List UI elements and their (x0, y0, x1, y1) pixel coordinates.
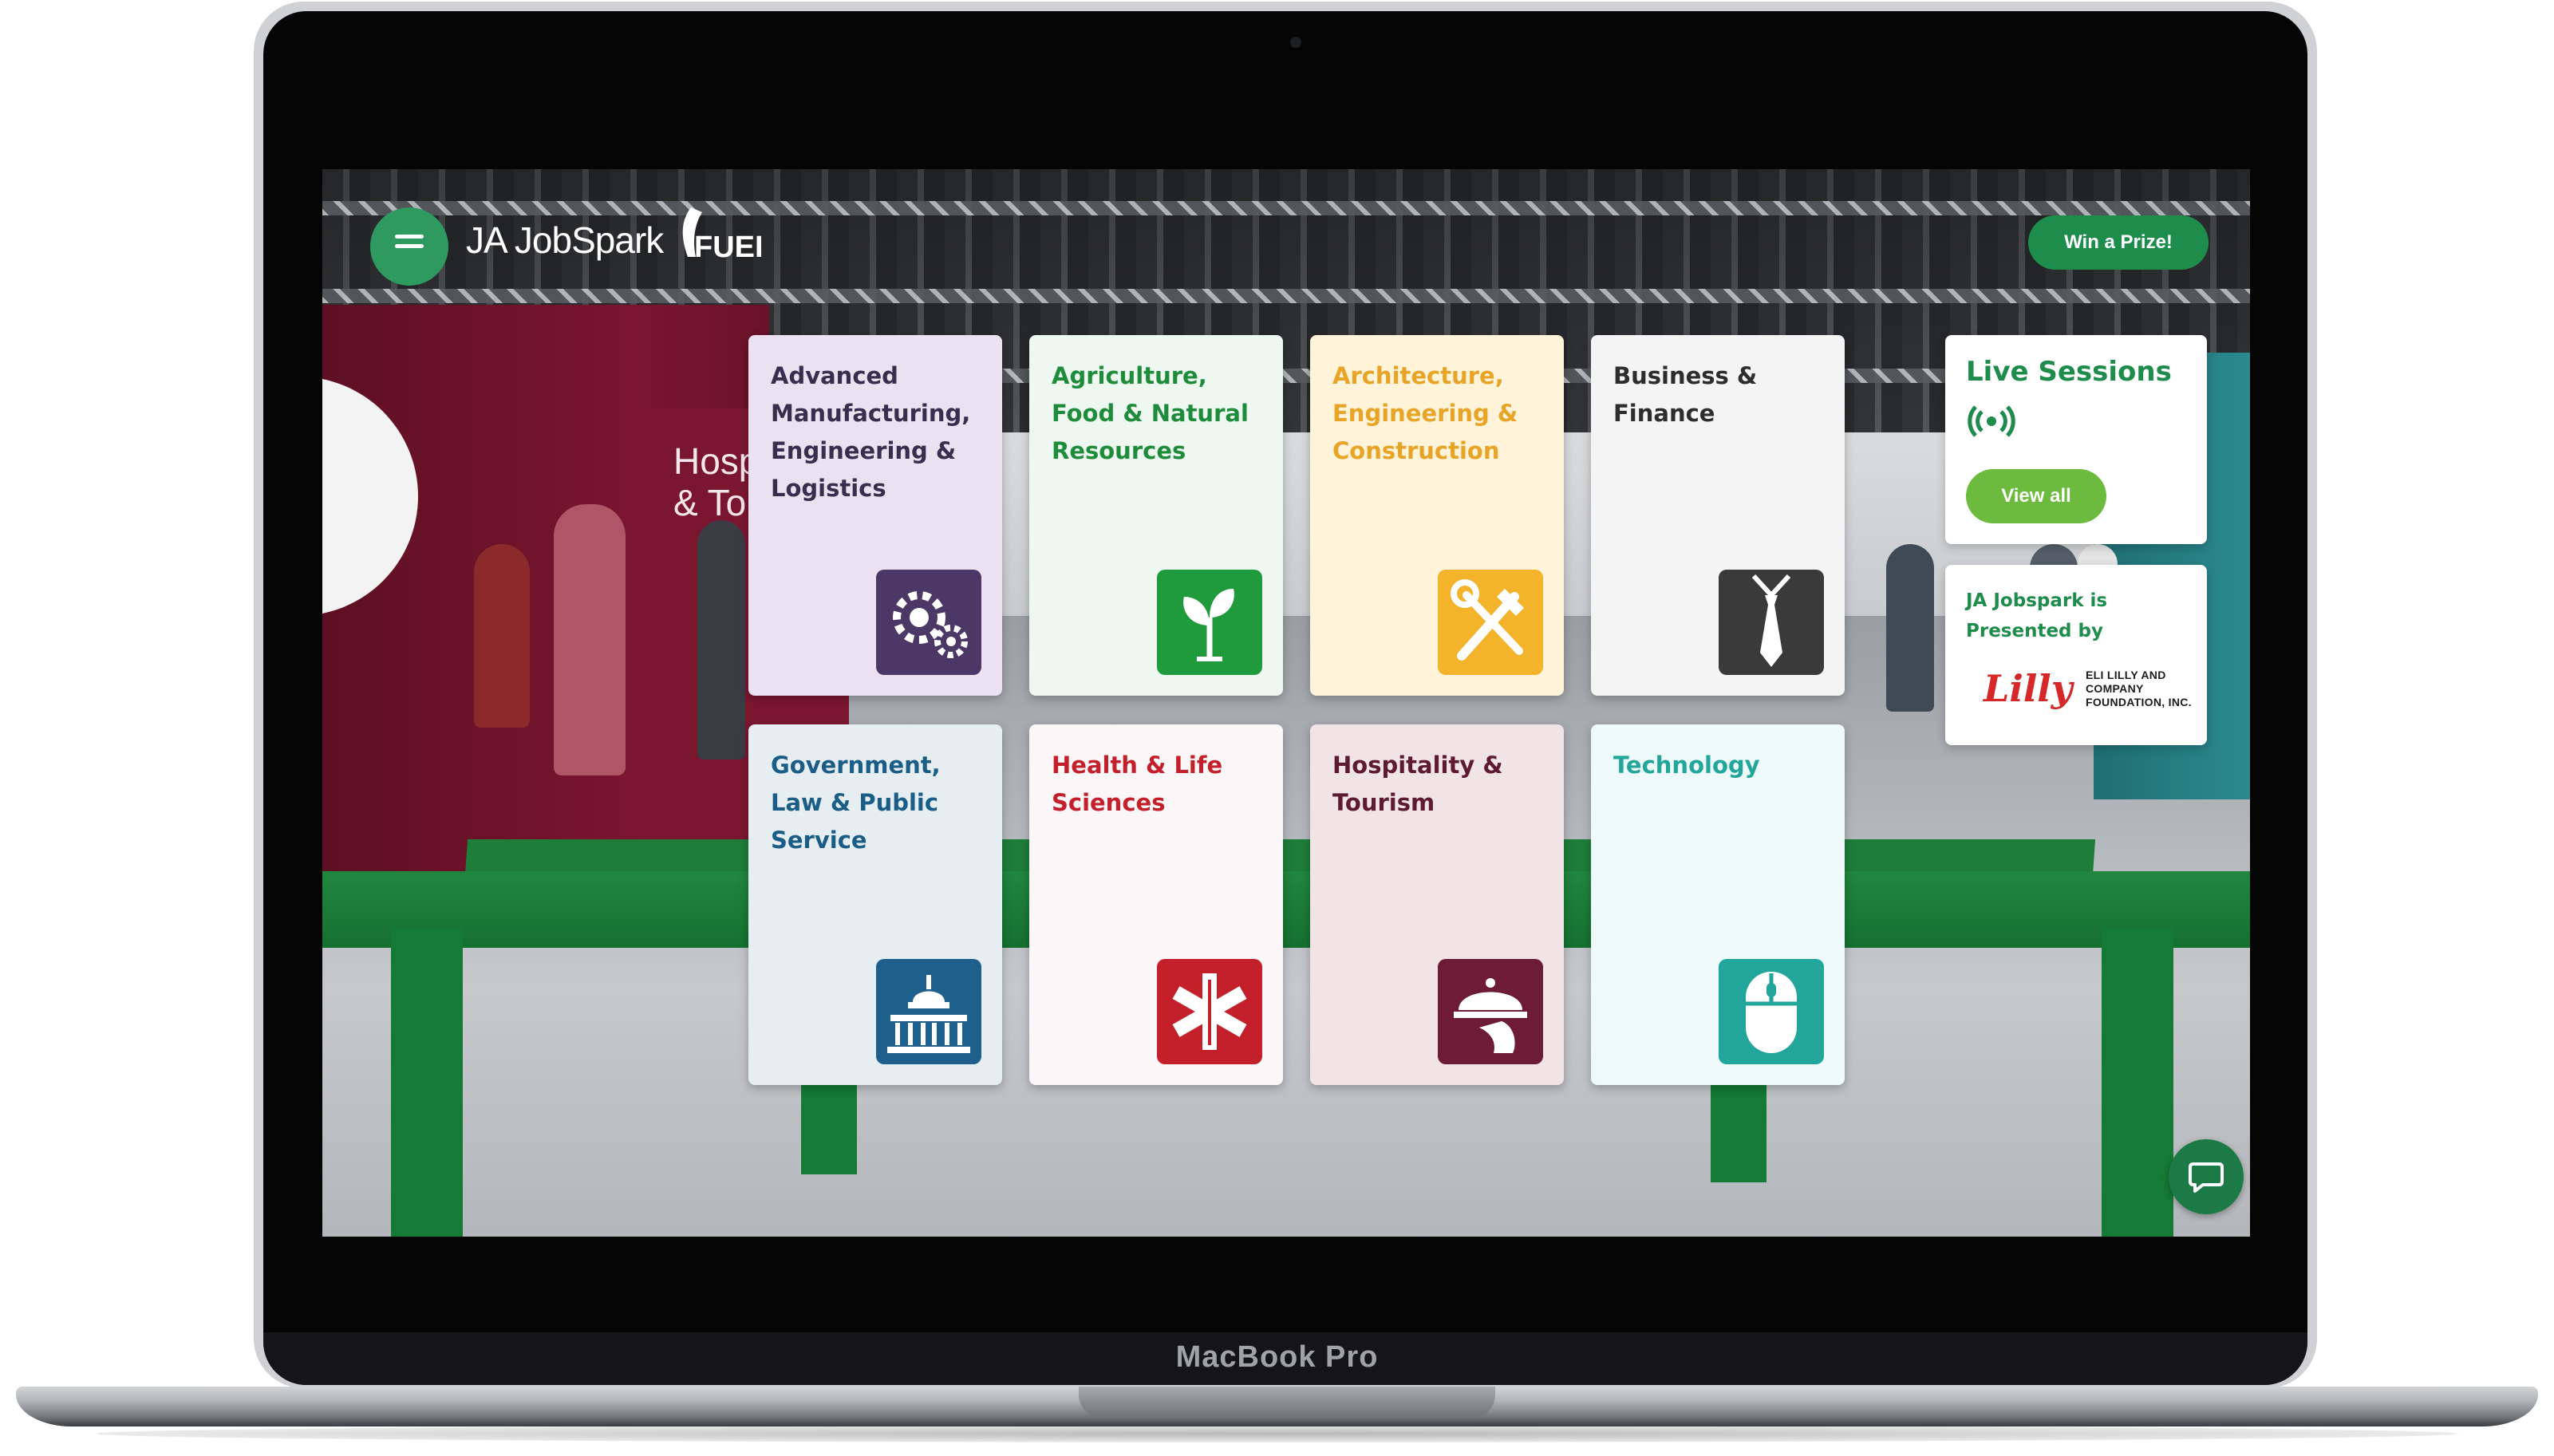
laptop-shadow (96, 1425, 2458, 1442)
category-card-architecture[interactable]: Architecture, Engineering & Construction (1310, 335, 1564, 696)
category-card-government[interactable]: Government, Law & Public Service (748, 724, 1002, 1085)
category-tile (1438, 570, 1543, 675)
category-tile (1157, 959, 1262, 1064)
table-leg (2102, 927, 2173, 1237)
chat-button[interactable] (2169, 1139, 2244, 1214)
category-card-agriculture[interactable]: Agriculture, Food & Natural Resources (1029, 335, 1283, 696)
broadcast-icon (1968, 405, 2015, 437)
category-title: Agriculture, Food & Natural Resources (1052, 362, 1249, 464)
ceiling-truss (322, 201, 2250, 215)
plant-icon (1157, 570, 1262, 675)
category-title: Business & Finance (1613, 362, 1758, 427)
category-tile (876, 570, 981, 675)
app-screen: Hospita & Tou JA JobSpark FUEL Win a Pri… (322, 169, 2250, 1237)
category-card-business-finance[interactable]: Business & Finance (1591, 335, 1845, 696)
category-card-advanced-manufacturing[interactable]: Advanced Manufacturing, Engineering & Lo… (748, 335, 1002, 696)
table-leg (391, 927, 463, 1237)
lilly-logo: Lilly (1984, 667, 2073, 710)
category-tile (1719, 959, 1824, 1064)
avatar-person (697, 520, 745, 760)
medical-icon (1157, 959, 1262, 1064)
category-title: Hospitality & Tourism (1332, 752, 1503, 816)
category-tile (1157, 570, 1262, 675)
category-tile (1719, 570, 1824, 675)
sponsor-text: JA Jobspark is Presented by (1966, 590, 2108, 641)
lilly-foundation-text: ELI LILLY AND COMPANY FOUNDATION, INC. (2086, 669, 2192, 708)
tools-icon (1438, 570, 1543, 675)
category-card-technology[interactable]: Technology (1591, 724, 1845, 1085)
jobspark-logo[interactable]: JA JobSpark (466, 219, 664, 262)
category-title: Architecture, Engineering & Construction (1332, 362, 1518, 464)
tie-icon (1719, 570, 1824, 675)
category-title: Government, Law & Public Service (771, 752, 941, 854)
mouse-icon (1719, 959, 1824, 1064)
laptop-model-label: MacBook Pro (1175, 1340, 1379, 1374)
live-sessions-panel: Live Sessions View all (1945, 335, 2207, 544)
category-card-health[interactable]: Health & Life Sciences (1029, 724, 1283, 1085)
avatar-person (1886, 544, 1934, 712)
live-sessions-title: Live Sessions (1966, 356, 2172, 388)
category-tile (876, 959, 981, 1064)
sponsor-panel: JA Jobspark is Presented by Lilly ELI LI… (1945, 565, 2207, 745)
view-all-sessions-button[interactable]: View all (1966, 469, 2106, 523)
category-tile (1438, 959, 1543, 1064)
camera-icon (1290, 37, 1301, 48)
fuel-logo: FUEL (682, 207, 761, 264)
category-card-hospitality[interactable]: Hospitality & Tourism (1310, 724, 1564, 1085)
display-table-front (322, 871, 2250, 948)
chat-icon (2189, 1162, 2224, 1193)
fuel-logo-text: FUEL (694, 231, 761, 264)
menu-button[interactable] (370, 207, 448, 286)
category-title: Health & Life Sciences (1052, 752, 1223, 816)
laptop-notch (1079, 1387, 1495, 1419)
avatar-person (554, 504, 626, 775)
win-prize-button[interactable]: Win a Prize! (2028, 215, 2209, 270)
menu-icon-bar (395, 244, 424, 248)
ceiling-truss (322, 289, 2250, 303)
category-title: Advanced Manufacturing, Engineering & Lo… (771, 362, 971, 502)
category-title: Technology (1613, 752, 1760, 779)
gears-icon (876, 570, 981, 675)
capitol-icon (876, 959, 981, 1064)
avatar-person (474, 544, 530, 728)
cloche-icon (1438, 959, 1543, 1064)
menu-icon-bar (395, 235, 424, 239)
